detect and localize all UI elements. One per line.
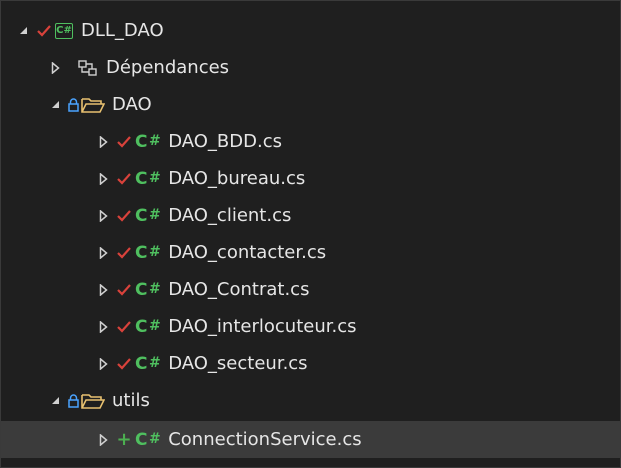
csharp-file-icon: C #: [135, 316, 161, 337]
added-plus-icon: +: [116, 429, 132, 450]
csharp-file-icon: C #: [135, 353, 161, 374]
project-name: DLL_DAO: [81, 20, 164, 41]
folder-name: DAO: [112, 94, 152, 115]
tree-node-file[interactable]: C # DAO_contacter.cs: [1, 234, 620, 271]
tree-node-dependencies[interactable]: Dépendances: [1, 49, 620, 86]
tree-node-file[interactable]: C # DAO_client.cs: [1, 197, 620, 234]
lock-icon: [68, 97, 79, 112]
tree-node-folder-utils[interactable]: utils: [1, 382, 620, 419]
csharp-file-icon: C #: [135, 205, 161, 226]
file-name: DAO_Contrat.cs: [168, 279, 310, 300]
expand-arrow-icon[interactable]: [96, 430, 110, 450]
file-name: DAO_interlocuteur.cs: [168, 316, 357, 337]
checked-in-icon: [116, 317, 132, 337]
expand-arrow-icon[interactable]: [96, 169, 110, 189]
checked-in-icon: [116, 169, 132, 189]
file-name: DAO_client.cs: [168, 205, 292, 226]
tree-node-folder-dao[interactable]: DAO: [1, 86, 620, 123]
file-name: ConnectionService.cs: [168, 429, 362, 450]
lock-icon: [68, 393, 79, 408]
expand-arrow-icon[interactable]: [96, 206, 110, 226]
tree-node-file[interactable]: C # DAO_secteur.cs: [1, 345, 620, 382]
collapse-arrow-icon[interactable]: [48, 391, 62, 411]
tree-node-file[interactable]: C # DAO_interlocuteur.cs: [1, 308, 620, 345]
folder-icon: [81, 96, 105, 114]
tree-node-project[interactable]: C# DLL_DAO: [1, 12, 620, 49]
file-name: DAO_contacter.cs: [168, 242, 327, 263]
checked-in-icon: [116, 354, 132, 374]
checked-in-icon: [36, 21, 52, 41]
expand-arrow-icon[interactable]: [96, 243, 110, 263]
solution-explorer-tree: C# DLL_DAO Dépendances DAO C # DAO_BDD.c…: [0, 0, 621, 468]
csharp-file-icon: C #: [135, 168, 161, 189]
checked-in-icon: [116, 243, 132, 263]
checked-in-icon: [116, 280, 132, 300]
expand-arrow-icon[interactable]: [48, 58, 62, 78]
expand-arrow-icon[interactable]: [96, 280, 110, 300]
checked-in-icon: [116, 206, 132, 226]
csharp-file-icon: C #: [135, 131, 161, 152]
dependencies-icon: [78, 59, 98, 77]
csharp-file-icon: C #: [135, 429, 161, 450]
tree-node-file[interactable]: C # DAO_BDD.cs: [1, 123, 620, 160]
tree-node-file[interactable]: C # DAO_Contrat.cs: [1, 271, 620, 308]
tree-node-file-selected[interactable]: + C # ConnectionService.cs: [1, 421, 620, 458]
tree-node-file[interactable]: C # DAO_bureau.cs: [1, 160, 620, 197]
collapse-arrow-icon[interactable]: [16, 21, 30, 41]
folder-icon: [81, 392, 105, 410]
expand-arrow-icon[interactable]: [96, 132, 110, 152]
file-name: DAO_BDD.cs: [168, 131, 282, 152]
file-name: DAO_bureau.cs: [168, 168, 306, 189]
expand-arrow-icon[interactable]: [96, 354, 110, 374]
folder-name: utils: [112, 390, 150, 411]
dependencies-label: Dépendances: [106, 57, 230, 78]
csharp-file-icon: C #: [135, 242, 161, 263]
collapse-arrow-icon[interactable]: [48, 95, 62, 115]
expand-arrow-icon[interactable]: [96, 317, 110, 337]
csharp-file-icon: C #: [135, 279, 161, 300]
file-name: DAO_secteur.cs: [168, 353, 308, 374]
csharp-project-icon: C#: [55, 22, 73, 39]
checked-in-icon: [116, 132, 132, 152]
